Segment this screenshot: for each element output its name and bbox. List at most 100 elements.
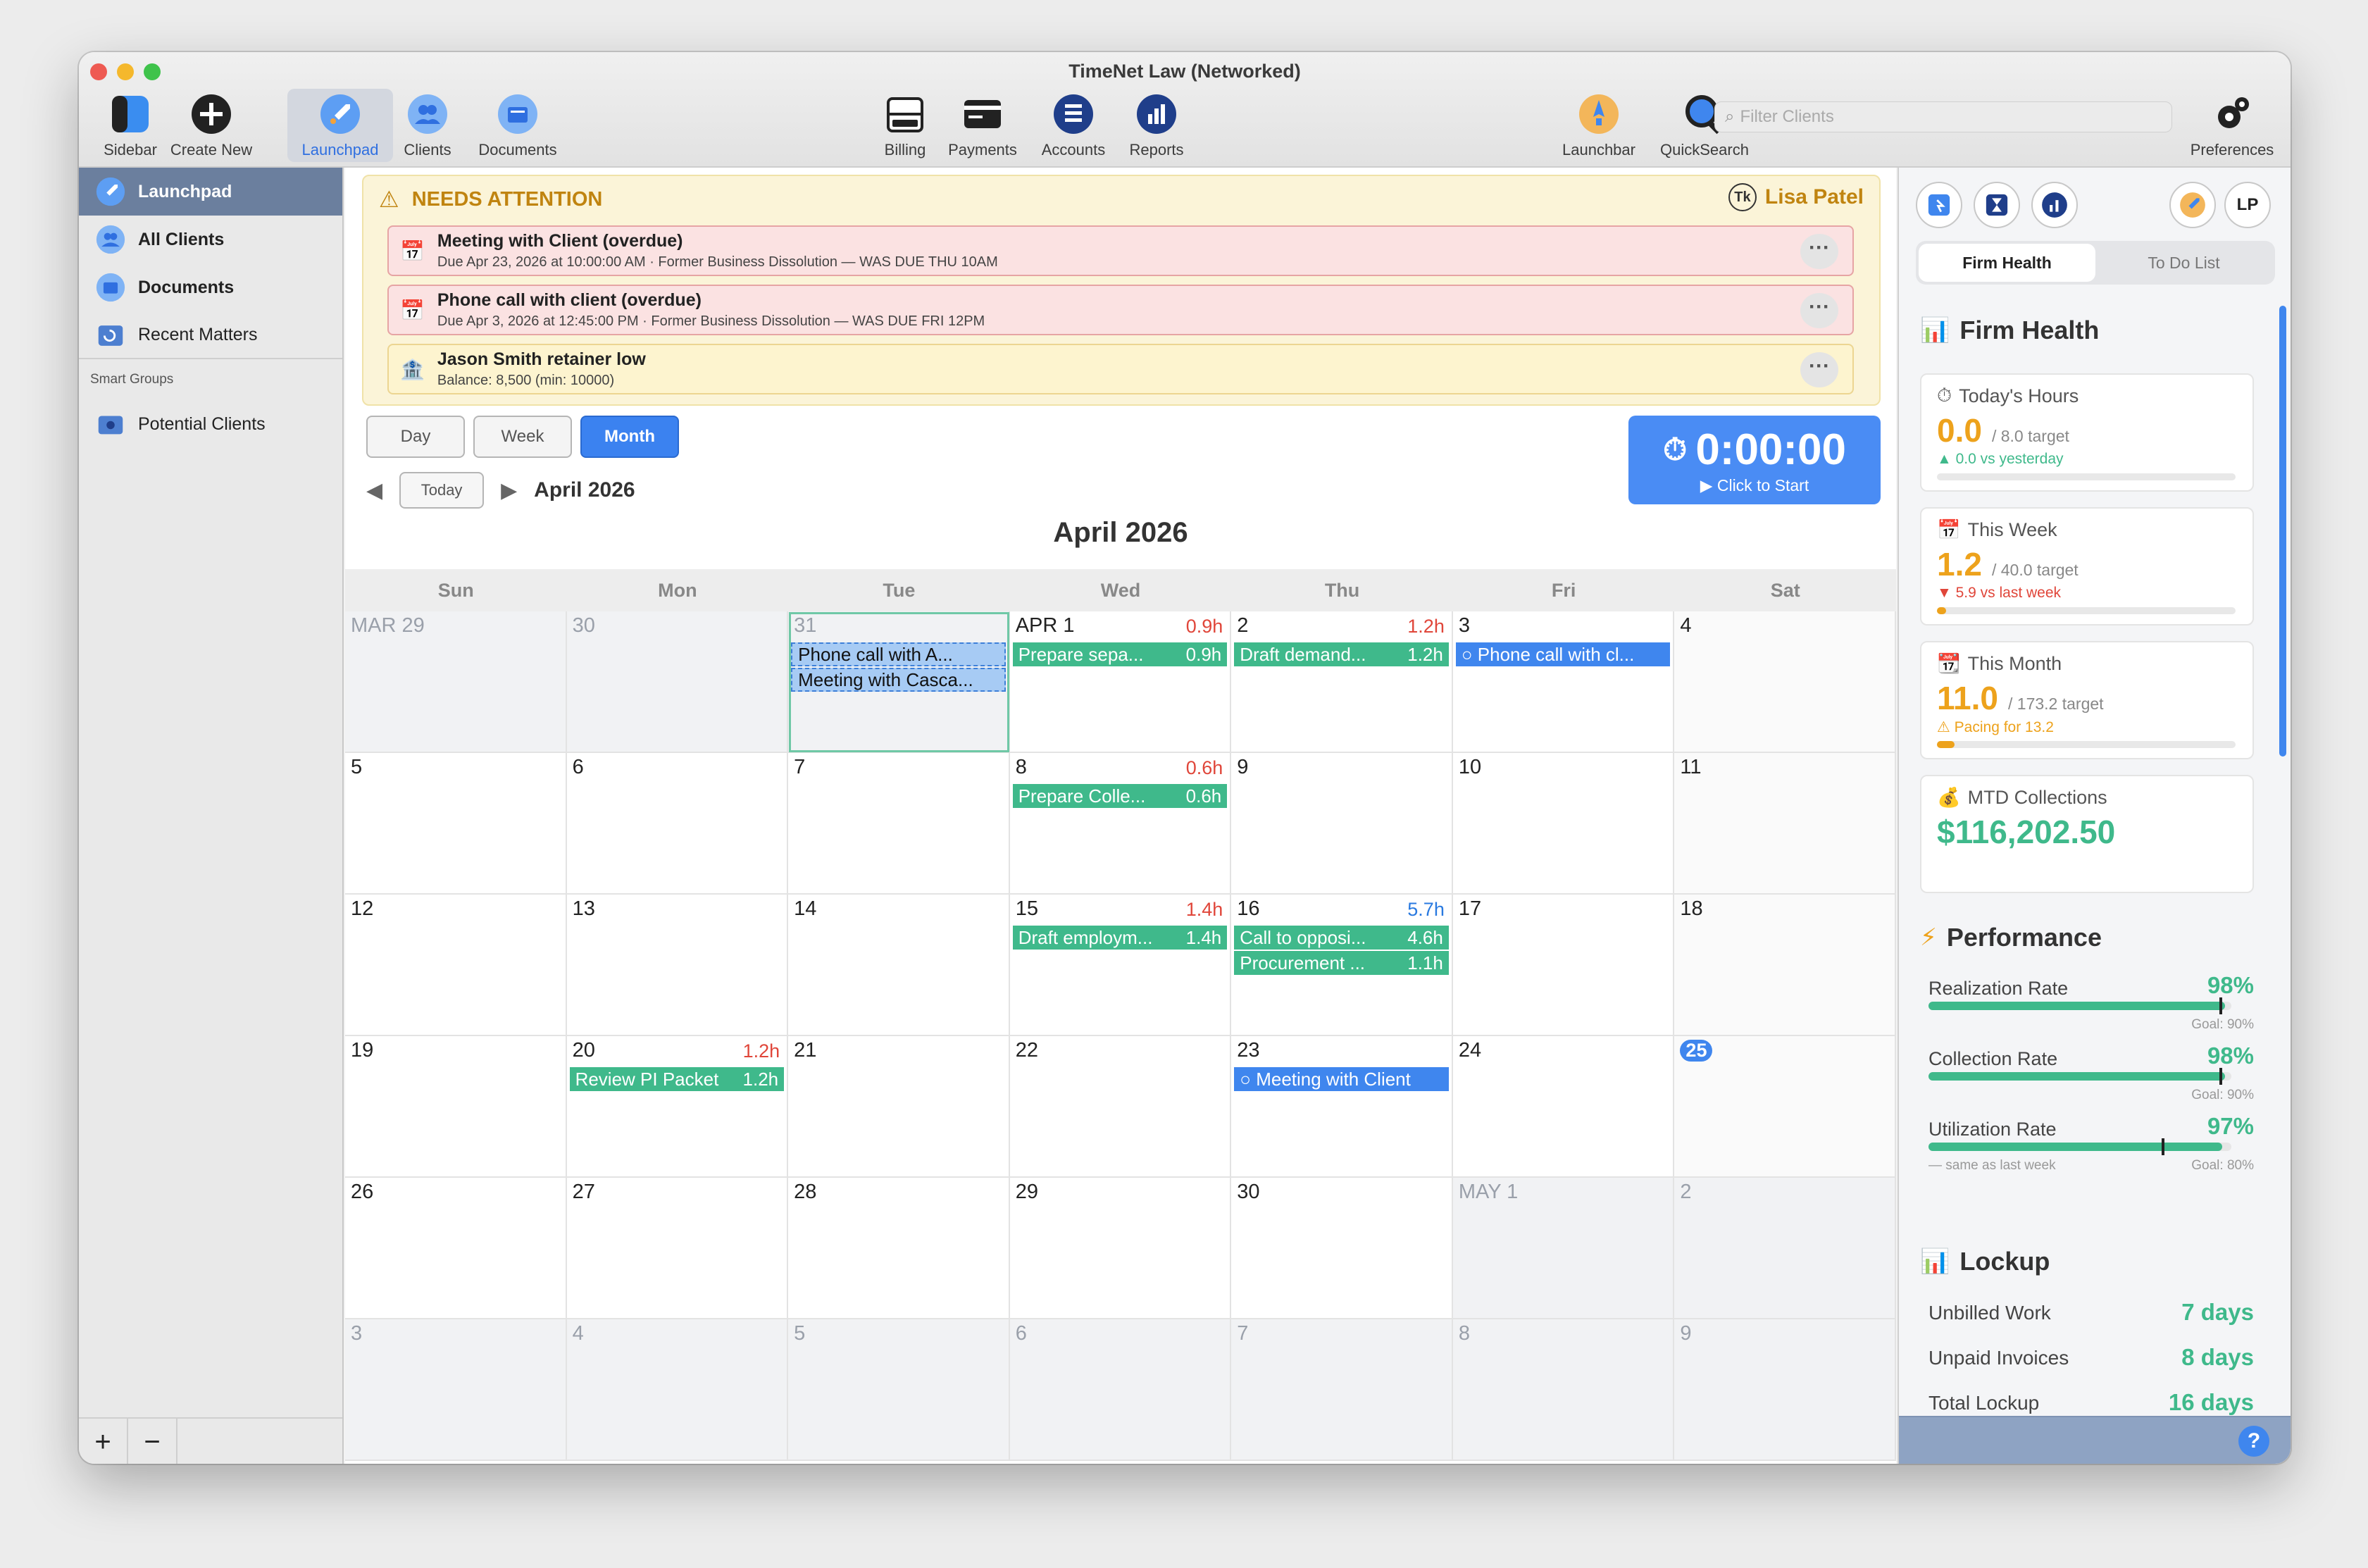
- day-view-button[interactable]: Day: [366, 416, 465, 458]
- scrollbar[interactable]: [2279, 306, 2286, 757]
- calendar-day-cell[interactable]: 25: [1674, 1036, 1896, 1178]
- help-button[interactable]: ?: [2238, 1426, 2269, 1457]
- preferences-button[interactable]: Preferences: [2179, 89, 2285, 162]
- card-note: ⚠ Pacing for 13.2: [1937, 719, 2054, 735]
- calendar-day-cell[interactable]: 9: [1674, 1319, 1896, 1461]
- month-view-button[interactable]: Month: [580, 416, 679, 458]
- calendar-day-cell[interactable]: 18: [1674, 895, 1896, 1036]
- attention-item[interactable]: 📅 Meeting with Client (overdue) Due Apr 2…: [387, 225, 1854, 276]
- add-group-button[interactable]: +: [79, 1419, 128, 1464]
- calendar-event[interactable]: ○ Phone call with cl...: [1455, 642, 1671, 666]
- next-month-button[interactable]: ▶: [501, 478, 517, 503]
- calendar-day-cell[interactable]: 6: [566, 753, 789, 895]
- sidebar-item-recent-matters[interactable]: Recent Matters: [79, 311, 342, 359]
- calendar-event[interactable]: Prepare sepa... 0.9h: [1012, 642, 1228, 666]
- event-title: Prepare sepa...: [1018, 643, 1144, 665]
- calendar-day-cell[interactable]: APR 1 0.9h Prepare sepa... 0.9h: [1009, 611, 1232, 753]
- calendar-day-cell[interactable]: 4: [566, 1319, 789, 1461]
- sidebar-item-all-clients[interactable]: All Clients: [79, 216, 342, 263]
- documents-button[interactable]: Documents: [465, 89, 571, 162]
- hourglass-icon[interactable]: [1974, 182, 2020, 228]
- calendar-day-cell[interactable]: 2: [1674, 1178, 1896, 1319]
- calendar-day-cell[interactable]: 31 Phone call with A... Meeting with Casca…: [788, 611, 1010, 753]
- reports-icon[interactable]: [2031, 182, 2078, 228]
- calendar-day-cell[interactable]: 3 ○ Phone call with cl...: [1452, 611, 1675, 753]
- calendar-day-cell[interactable]: 29: [1009, 1178, 1232, 1319]
- calendar-day-cell[interactable]: 17: [1452, 895, 1675, 1036]
- sidebar-item-launchpad[interactable]: Launchpad: [79, 168, 342, 216]
- today-button[interactable]: Today: [399, 472, 485, 509]
- timer-button[interactable]: ⏱ 0:00:00 ▶ Click to Start: [1628, 416, 1881, 504]
- calendar-day-cell[interactable]: 19: [345, 1036, 567, 1178]
- filter-clients-input[interactable]: ⌕ Filter Clients: [1714, 101, 2172, 132]
- attention-item[interactable]: 🏦 Jason Smith retainer low Balance: 8,500…: [387, 344, 1854, 394]
- calendar-day-cell[interactable]: 27: [566, 1178, 789, 1319]
- reports-button[interactable]: Reports: [1104, 89, 1209, 162]
- timer-entry-icon[interactable]: [1916, 182, 1962, 228]
- avatar[interactable]: LP: [2224, 182, 2271, 228]
- clients-icon: [93, 222, 128, 257]
- calendar-day-cell[interactable]: MAR 29: [345, 611, 567, 753]
- calendar-day-cell[interactable]: 10: [1452, 753, 1675, 895]
- day-number: 11: [1680, 756, 1702, 778]
- calendar-day-cell[interactable]: 26: [345, 1178, 567, 1319]
- week-view-button[interactable]: Week: [473, 416, 572, 458]
- calendar-event[interactable]: Procurement ... 1.1h: [1234, 951, 1449, 975]
- tab-to-do-list[interactable]: To Do List: [2095, 244, 2272, 282]
- calendar-day-cell[interactable]: 23 ○ Meeting with Client: [1231, 1036, 1453, 1178]
- calendar-event[interactable]: Prepare Colle... 0.6h: [1012, 784, 1228, 808]
- tab-firm-health[interactable]: Firm Health: [1919, 244, 2095, 282]
- calendar-day-cell[interactable]: 3: [345, 1319, 567, 1461]
- realization-rate: Realization Rate 98% Goal: 90%: [1928, 972, 2254, 1032]
- calendar-day-cell[interactable]: 8: [1452, 1319, 1675, 1461]
- previous-month-button[interactable]: ◀: [366, 478, 382, 503]
- calendar-event[interactable]: Phone call with A...: [791, 642, 1006, 666]
- calendar-event[interactable]: Review PI Packet 1.2h: [569, 1067, 785, 1091]
- calendar-day-cell[interactable]: 2 1.2h Draft demand... 1.2h: [1231, 611, 1453, 753]
- calendar-day-cell[interactable]: MAY 1: [1452, 1178, 1675, 1319]
- attention-item[interactable]: 📅 Phone call with client (overdue) Due Ap…: [387, 285, 1854, 335]
- calendar-day-cell[interactable]: 6: [1009, 1319, 1232, 1461]
- calendar-day-cell[interactable]: 21: [788, 1036, 1010, 1178]
- clock-icon: ⏱: [1937, 385, 1952, 406]
- create-new-button[interactable]: Create New: [158, 89, 264, 162]
- calendar-day-cell[interactable]: 4: [1674, 611, 1896, 753]
- calendar-day-cell[interactable]: 5: [345, 753, 567, 895]
- calendar-day-cell[interactable]: 7: [788, 753, 1010, 895]
- calendar-day-cell[interactable]: 30: [1231, 1178, 1453, 1319]
- remove-group-button[interactable]: −: [128, 1419, 177, 1464]
- calendar-day-cell[interactable]: 13: [566, 895, 789, 1036]
- calendar-day-cell[interactable]: 24: [1452, 1036, 1675, 1178]
- calendar-day-cell[interactable]: 20 1.2h Review PI Packet 1.2h: [566, 1036, 789, 1178]
- calendar-day-cell[interactable]: 5: [788, 1319, 1010, 1461]
- calendar-day-cell[interactable]: 11: [1674, 753, 1896, 895]
- calendar-day-cell[interactable]: 22: [1009, 1036, 1232, 1178]
- sidebar-item-potential-clients[interactable]: Potential Clients: [79, 400, 342, 448]
- rocket-icon[interactable]: [2169, 182, 2216, 228]
- calendar-event[interactable]: Meeting with Casca...: [791, 668, 1006, 692]
- calendar-event[interactable]: Call to opposi... 4.6h: [1234, 926, 1449, 950]
- calendar-day-cell[interactable]: 7: [1231, 1319, 1453, 1461]
- launchbar-button[interactable]: Launchbar: [1546, 89, 1652, 162]
- event-title: Phone call with A...: [798, 643, 953, 665]
- calendar-day-cell[interactable]: 28: [788, 1178, 1010, 1319]
- calendar-day-cell[interactable]: 8 0.6h Prepare Colle... 0.6h: [1009, 753, 1232, 895]
- calendar-day-cell[interactable]: 16 5.7h Call to opposi... 4.6h Procurement .…: [1231, 895, 1453, 1036]
- calendar-day-cell[interactable]: 9: [1231, 753, 1453, 895]
- window-title: TimeNet Law (Networked): [1068, 61, 1301, 82]
- payments-button[interactable]: Payments: [930, 89, 1035, 162]
- sidebar-item-documents[interactable]: Documents: [79, 263, 342, 311]
- calendar-day-cell[interactable]: 12: [345, 895, 567, 1036]
- more-options-button[interactable]: ···: [1800, 352, 1838, 387]
- calendar-day-cell[interactable]: 14: [788, 895, 1010, 1036]
- current-user[interactable]: Tk Lisa Patel: [1728, 183, 1864, 211]
- more-options-button[interactable]: ···: [1800, 234, 1838, 269]
- calendar-event[interactable]: Draft demand... 1.2h: [1234, 642, 1449, 666]
- day-hours-total: 1.2h: [742, 1040, 780, 1062]
- calendar-day-cell[interactable]: 15 1.4h Draft employm... 1.4h: [1009, 895, 1232, 1036]
- more-options-button[interactable]: ···: [1800, 293, 1838, 328]
- calendar-day-cell[interactable]: 30: [566, 611, 789, 753]
- calendar-event[interactable]: Draft employm... 1.4h: [1012, 926, 1228, 950]
- calendar-event[interactable]: ○ Meeting with Client: [1234, 1067, 1449, 1091]
- rocket-icon: [93, 174, 128, 209]
